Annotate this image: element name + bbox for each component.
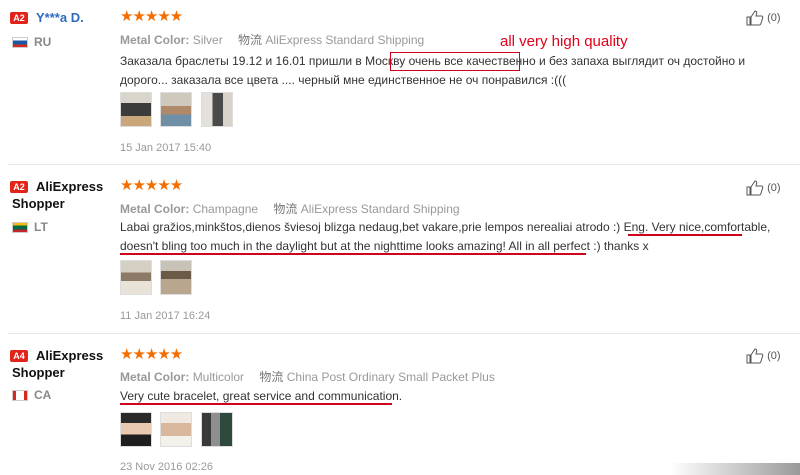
metal-color-key: Metal Color: xyxy=(120,202,190,216)
bottom-edge-shade xyxy=(670,463,800,475)
review-photo-thumb[interactable] xyxy=(120,412,152,447)
annotation-text: all very high quality xyxy=(500,33,628,50)
shipping-value: AliExpress Standard Shipping xyxy=(265,33,425,47)
helpful-count: (0) xyxy=(767,11,781,24)
review-date: 15 Jan 2017 15:40 xyxy=(120,142,212,154)
highlight-box xyxy=(390,52,520,71)
buyer-level-badge: A2 xyxy=(10,12,28,24)
review-photo-thumb[interactable] xyxy=(160,92,193,127)
review-photos xyxy=(120,260,196,300)
helpful-button[interactable]: (0) xyxy=(746,180,781,196)
star-rating: ★★★★★ xyxy=(120,8,183,25)
country-code: RU xyxy=(34,35,52,49)
review-divider xyxy=(8,333,800,334)
flag-ru-icon xyxy=(12,37,28,48)
reviewer-name[interactable]: AliExpress Shopper xyxy=(12,178,112,212)
helpful-button[interactable]: (0) xyxy=(746,348,781,364)
shipping-key: 物流 xyxy=(259,370,284,384)
review-photo-thumb[interactable] xyxy=(200,412,233,447)
review-photo-thumb[interactable] xyxy=(160,260,193,295)
review-date: 11 Jan 2017 16:24 xyxy=(120,310,211,322)
review-text: Labai gražios,minkštos,dienos šviesoj bl… xyxy=(120,220,771,253)
star-rating: ★★★★★ xyxy=(120,346,183,363)
metal-color-value: Silver xyxy=(192,33,223,47)
review-photos xyxy=(120,412,237,452)
metal-color-value: Champagne xyxy=(192,202,259,216)
product-meta: Metal Color: Multicolor 物流 China Post Or… xyxy=(120,368,495,385)
review-photo-thumb[interactable] xyxy=(200,92,233,127)
reviewer-name[interactable]: AliExpress Shopper xyxy=(12,347,112,381)
review-photo-thumb[interactable] xyxy=(160,412,193,447)
shipping-key: 物流 xyxy=(273,202,298,216)
flag-ca-icon xyxy=(12,390,28,401)
thumbs-up-icon xyxy=(746,348,764,364)
review-photos xyxy=(120,92,237,132)
helpful-count: (0) xyxy=(767,349,781,362)
review-divider xyxy=(8,164,800,165)
metal-color-key: Metal Color: xyxy=(120,33,190,47)
highlight-underline xyxy=(120,403,392,405)
review-photo-thumb[interactable] xyxy=(120,260,152,295)
metal-color-value: Multicolor xyxy=(192,370,245,384)
review-date: 23 Nov 2016 02:26 xyxy=(120,461,213,473)
helpful-count: (0) xyxy=(767,181,781,194)
country-code: CA xyxy=(34,388,52,402)
product-meta: Metal Color: Silver 物流 AliExpress Standa… xyxy=(120,31,424,48)
flag-lt-icon xyxy=(12,222,28,233)
thumbs-up-icon xyxy=(746,10,764,26)
highlight-underline xyxy=(628,234,742,236)
highlight-underline xyxy=(120,253,586,255)
shipping-value: China Post Ordinary Small Packet Plus xyxy=(286,370,495,384)
star-rating: ★★★★★ xyxy=(120,177,183,194)
helpful-button[interactable]: (0) xyxy=(746,10,781,26)
country-code: LT xyxy=(34,220,48,234)
shipping-key: 物流 xyxy=(238,33,263,47)
metal-color-key: Metal Color: xyxy=(120,370,190,384)
reviewer-name[interactable]: Y***a D. xyxy=(36,9,84,26)
thumbs-up-icon xyxy=(746,180,764,196)
product-meta: Metal Color: Champagne 物流 AliExpress Sta… xyxy=(120,200,460,217)
review-photo-thumb[interactable] xyxy=(120,92,152,127)
shipping-value: AliExpress Standard Shipping xyxy=(300,202,460,216)
